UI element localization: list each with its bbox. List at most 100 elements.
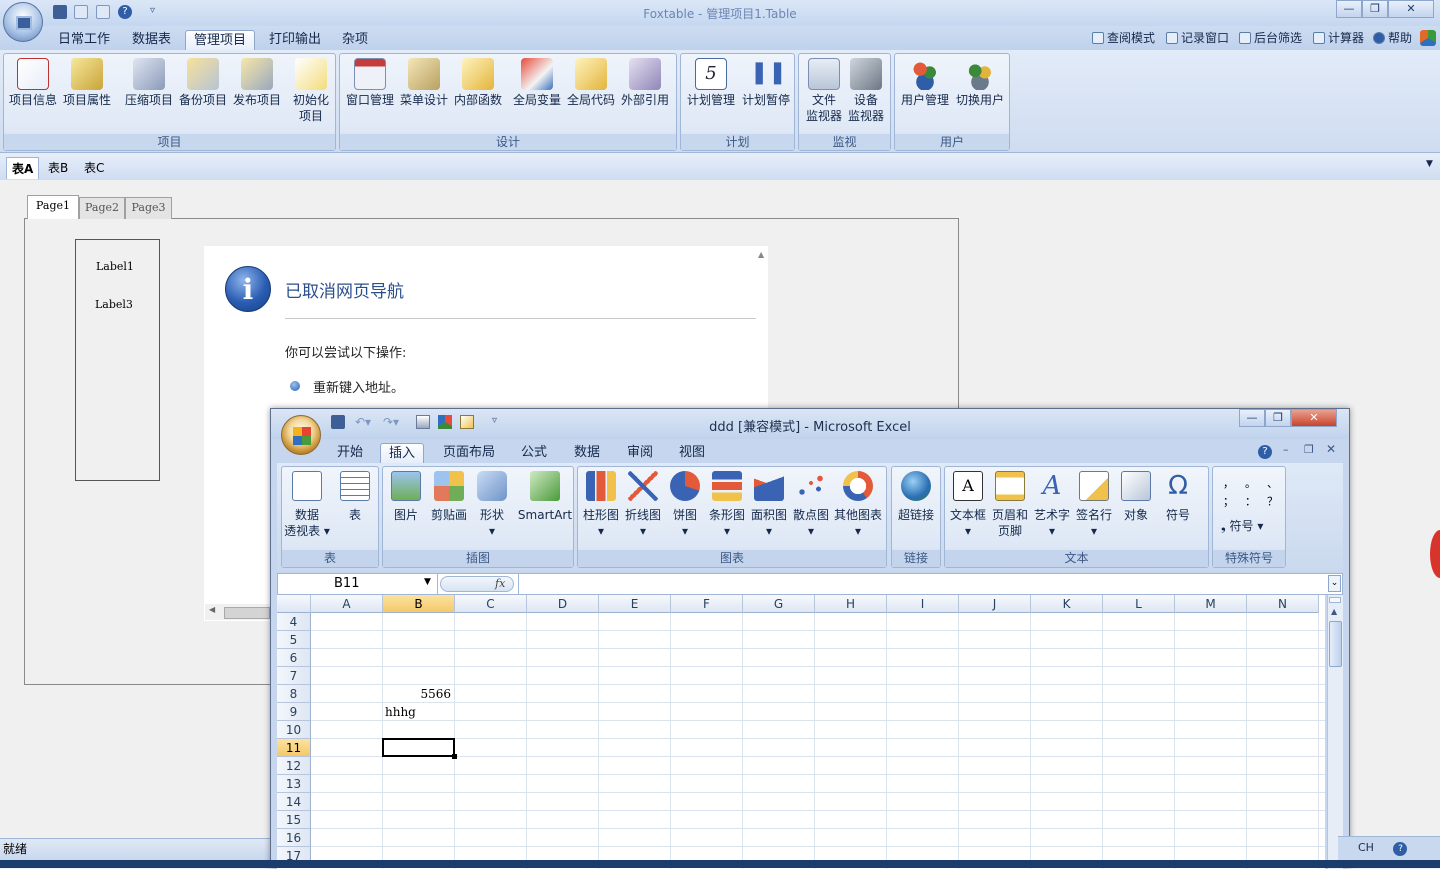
bar-chart-button[interactable]: 条形图 ▾ <box>704 471 750 539</box>
page-tab-3[interactable]: Page3 <box>125 197 172 219</box>
scatter-chart-button[interactable]: 散点图 ▾ <box>788 471 834 539</box>
column-header-j[interactable]: J <box>959 595 1031 613</box>
maximize-button[interactable]: ❐ <box>1362 0 1388 18</box>
excel-restore-button[interactable]: ❐ <box>1265 409 1291 427</box>
record-window-link[interactable]: 记录窗口 <box>1166 30 1229 46</box>
column-header-m[interactable]: M <box>1175 595 1247 613</box>
name-box-dropdown-icon[interactable]: ▼ <box>424 577 431 587</box>
help-link[interactable]: 帮助 <box>1373 30 1412 46</box>
excel-tab-data[interactable]: 数据 <box>566 443 608 463</box>
backup-project-button[interactable]: 备份项目 <box>176 58 230 108</box>
vertical-scrollbar[interactable]: ▲ <box>1327 595 1343 869</box>
column-header-g[interactable]: G <box>743 595 815 613</box>
initialize-project-button[interactable]: 初始化 项目 <box>284 58 338 124</box>
compress-project-button[interactable]: 压缩项目 <box>122 58 176 108</box>
row-header-8[interactable]: 8 <box>277 685 311 703</box>
other-charts-button[interactable]: 其他图表 ▾ <box>830 471 886 539</box>
label-panel[interactable]: Label1 Label3 <box>75 239 160 481</box>
menu-design-button[interactable]: 菜单设计 <box>397 58 451 108</box>
calculator-link[interactable]: 计算器 <box>1313 30 1364 46</box>
users-icon[interactable] <box>1420 30 1436 46</box>
plan-pause-button[interactable]: ❚❚ 计划暂停 <box>739 58 793 108</box>
scroll-left-icon[interactable]: ◀ <box>209 605 215 614</box>
tab-print-output[interactable]: 打印输出 <box>261 30 329 50</box>
row-header-12[interactable]: 12 <box>277 757 311 775</box>
row-header-15[interactable]: 15 <box>277 811 311 829</box>
split-box[interactable] <box>1329 597 1341 603</box>
column-header-f[interactable]: F <box>671 595 743 613</box>
tab-list-dropdown-icon[interactable]: ▼ <box>1426 159 1433 169</box>
signature-line-button[interactable]: 签名行 ▾ <box>1071 471 1117 539</box>
cell-a9[interactable]: hhhg <box>385 703 416 721</box>
column-header-l[interactable]: L <box>1103 595 1175 613</box>
object-button[interactable]: 对象 <box>1113 471 1159 523</box>
office-button[interactable] <box>281 415 321 455</box>
foxtable-titlebar[interactable]: Foxtable - 管理项目1.Table <box>0 0 1440 26</box>
row-header-9[interactable]: 9 <box>277 703 311 721</box>
excel-titlebar[interactable]: ↶▾ ↷▾ ▿ ddd [兼容模式] - Microsoft Excel — ❐… <box>271 409 1349 439</box>
excel-window[interactable]: ↶▾ ↷▾ ▿ ddd [兼容模式] - Microsoft Excel — ❐… <box>270 408 1350 869</box>
row-header-6[interactable]: 6 <box>277 649 311 667</box>
worksheet-grid[interactable]: A B C D E F G H I J K L M N 4 5 6 7 8 9 10 11 12 13 14 15 16 17 5566… <box>277 595 1325 869</box>
select-all-corner[interactable] <box>277 595 311 613</box>
global-code-button[interactable]: 全局代码 <box>564 58 618 108</box>
smartart-button[interactable]: SmartArt <box>515 471 575 523</box>
minimize-button[interactable]: — <box>1336 0 1362 18</box>
symbol-semicolon[interactable]: ； <box>1223 493 1234 509</box>
column-header-b[interactable]: B <box>383 595 455 613</box>
table-tab-b[interactable]: 表B <box>43 157 73 179</box>
row-header-5[interactable]: 5 <box>277 631 311 649</box>
row-header-7[interactable]: 7 <box>277 667 311 685</box>
column-header-e[interactable]: E <box>599 595 671 613</box>
tab-daily-work[interactable]: 日常工作 <box>50 30 118 50</box>
symbol-question[interactable]: ？ <box>1267 493 1278 509</box>
column-header-i[interactable]: I <box>887 595 959 613</box>
user-management-button[interactable]: 用户管理 <box>898 58 952 108</box>
row-header-13[interactable]: 13 <box>277 775 311 793</box>
publish-project-button[interactable]: 发布项目 <box>230 58 284 108</box>
column-header-c[interactable]: C <box>455 595 527 613</box>
line-chart-button[interactable]: 折线图 ▾ <box>620 471 666 539</box>
excel-minimize-button[interactable]: — <box>1239 409 1265 427</box>
excel-tab-view[interactable]: 视图 <box>671 443 713 463</box>
text-box-button[interactable]: A 文本框 ▾ <box>945 471 991 539</box>
excel-close-button[interactable]: ✕ <box>1291 409 1337 427</box>
symbol-comma[interactable]: ， <box>1223 475 1234 491</box>
excel-tab-home[interactable]: 开始 <box>329 443 371 463</box>
column-header-k[interactable]: K <box>1031 595 1103 613</box>
project-properties-button[interactable]: 项目属性 <box>60 58 114 108</box>
insert-function-icon[interactable]: fx <box>495 577 505 591</box>
ime-indicator[interactable]: CH ? <box>1338 836 1440 860</box>
close-button[interactable]: ✕ <box>1388 0 1434 18</box>
pivot-table-button[interactable]: 数据 透视表 ▾ <box>284 471 330 539</box>
window-manager-button[interactable]: 窗口管理 <box>343 58 397 108</box>
expand-formula-bar-icon[interactable]: ⌄ <box>1328 575 1341 592</box>
row-header-16[interactable]: 16 <box>277 829 311 847</box>
excel-tab-formulas[interactable]: 公式 <box>513 443 555 463</box>
formula-input[interactable] <box>518 574 1326 594</box>
workbook-minimize-icon[interactable]: – <box>1283 443 1289 456</box>
pie-chart-button[interactable]: 饼图 ▾ <box>662 471 708 539</box>
symbol-period[interactable]: 。 <box>1245 475 1256 491</box>
help-icon[interactable]: ? <box>118 5 132 19</box>
row-header-14[interactable]: 14 <box>277 793 311 811</box>
header-footer-button[interactable]: 页眉和 页脚 <box>987 471 1033 539</box>
workbook-close-icon[interactable]: ✕ <box>1326 442 1336 456</box>
device-monitor-button[interactable]: 设备 监视器 <box>839 58 893 124</box>
row-header-11[interactable]: 11 <box>277 739 311 757</box>
tab-manage-project[interactable]: 管理项目 <box>185 30 256 50</box>
area-chart-button[interactable]: 面积图 ▾ <box>746 471 792 539</box>
internal-function-button[interactable]: 内部函数 <box>451 58 505 108</box>
shapes-button[interactable]: 形状 ▾ <box>469 471 515 539</box>
view-mode-link[interactable]: 查阅模式 <box>1092 30 1155 46</box>
name-box[interactable]: B11 <box>278 574 438 594</box>
redo-icon[interactable] <box>96 5 110 19</box>
table-button[interactable]: 表 <box>332 471 378 523</box>
column-header-a[interactable]: A <box>311 595 383 613</box>
tab-misc[interactable]: 杂项 <box>334 30 376 50</box>
scroll-up-icon[interactable]: ▲ <box>758 250 764 259</box>
vertical-scroll-thumb[interactable] <box>1329 621 1342 667</box>
row-header-10[interactable]: 10 <box>277 721 311 739</box>
page-tab-2[interactable]: Page2 <box>79 197 125 219</box>
page-tab-1[interactable]: Page1 <box>27 195 79 219</box>
